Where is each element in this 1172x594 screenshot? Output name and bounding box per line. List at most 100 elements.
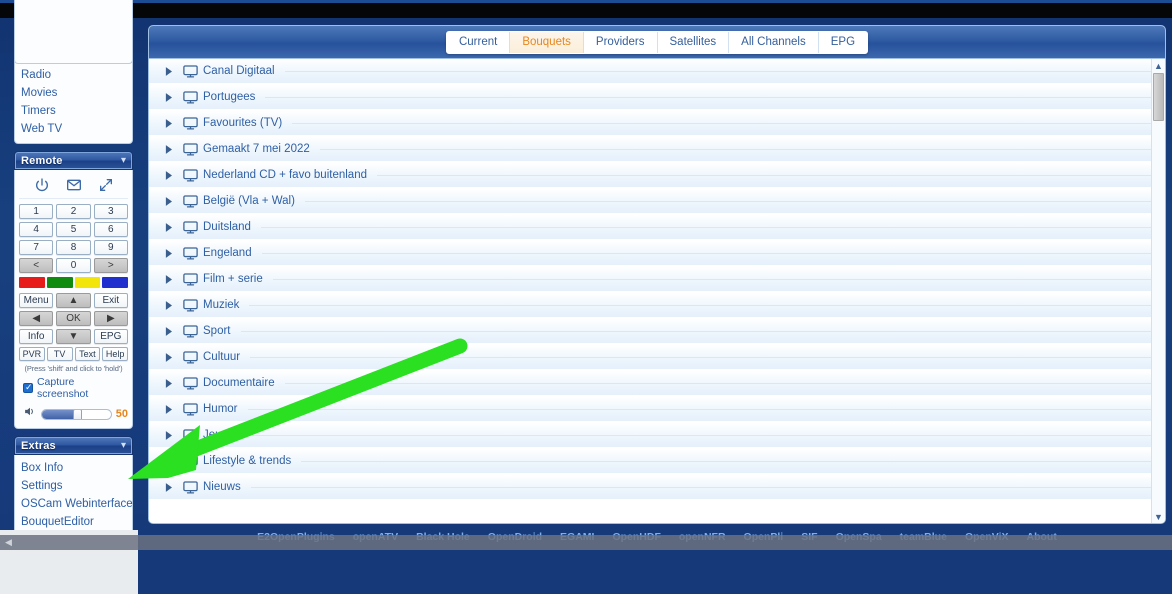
horizontal-scrollbar[interactable] [0,535,1172,550]
power-icon[interactable] [34,177,50,193]
expand-triangle-icon[interactable] [159,248,177,258]
expand-triangle-icon[interactable] [159,456,177,466]
row-divider [247,408,1151,410]
remote-key-up[interactable]: ▲ [56,293,91,308]
remote-key-7[interactable]: 7 [19,240,54,255]
green-button[interactable] [46,277,73,288]
remote-key-left[interactable]: ◀ [19,311,54,326]
message-icon[interactable] [66,177,82,193]
panel-extras-header[interactable]: Extras ▾ [14,436,133,455]
expand-triangle-icon[interactable] [159,66,177,76]
volume-slider[interactable] [41,408,112,420]
remote-key-info[interactable]: Info [19,329,54,344]
scroll-left-icon[interactable]: ◀ [3,537,14,548]
remote-key-0[interactable]: 0 [56,258,91,273]
remote-key-9[interactable]: 9 [93,240,128,255]
sidebar-item-movies[interactable]: Movies [15,84,132,102]
red-button[interactable] [19,277,45,288]
remote-key-4[interactable]: 4 [19,222,54,237]
sidebar-item-box-info[interactable]: Box Info [15,459,132,477]
expand-triangle-icon[interactable] [159,144,177,154]
expand-triangle-icon[interactable] [159,170,177,180]
remote-key-2[interactable]: 2 [56,204,91,219]
table-row[interactable]: Cultuur [149,345,1165,371]
vertical-scrollbar[interactable]: ▲ ▼ [1151,59,1165,523]
expand-triangle-icon[interactable] [159,404,177,414]
remote-key-tv[interactable]: TV [46,347,73,361]
table-row[interactable]: Documentaire [149,371,1165,397]
volume-slider-handle[interactable] [73,409,83,419]
expand-triangle-icon[interactable] [159,118,177,128]
expand-triangle-icon[interactable] [159,196,177,206]
tv-monitor-icon [177,142,203,156]
table-row[interactable]: Lifestyle & trends [149,449,1165,475]
remote-key-exit[interactable]: Exit [93,293,128,308]
remote-key-6[interactable]: 6 [93,222,128,237]
remote-key-8[interactable]: 8 [56,240,91,255]
remote-key-menu[interactable]: Menu [19,293,54,308]
expand-triangle-icon[interactable] [159,300,177,310]
table-row[interactable]: Nederland CD + favo buitenland [149,163,1165,189]
chevron-up-icon[interactable]: ▲ [1152,59,1165,72]
remote-key-down[interactable]: ▼ [56,329,91,344]
remote-key-ok[interactable]: OK [56,311,91,326]
table-row[interactable]: Portugees [149,85,1165,111]
sidebar-item-radio[interactable]: Radio [15,66,132,84]
expand-triangle-icon[interactable] [159,352,177,362]
remote-key-1[interactable]: 1 [19,204,54,219]
sidebar-item-timers[interactable]: Timers [15,102,132,120]
capture-screenshot-row[interactable]: Capture screenshot [19,376,128,400]
table-row[interactable]: Duitsland [149,215,1165,241]
table-row[interactable]: Engeland [149,241,1165,267]
remote-key-right[interactable]: ▶ [93,311,128,326]
blue-button[interactable] [102,277,128,288]
expand-triangle-icon[interactable] [159,430,177,440]
remote-key-5[interactable]: 5 [56,222,91,237]
expand-triangle-icon[interactable] [159,482,177,492]
volume-row: 50 [19,405,128,423]
capture-screenshot-checkbox[interactable] [23,382,33,393]
tv-monitor-icon [177,480,203,494]
table-row[interactable]: België (Vla + Wal) [149,189,1165,215]
top-black-band [0,3,1172,18]
bouquet-name: Muziek [203,299,240,311]
fullscreen-icon[interactable] [98,177,114,193]
bouquet-name: Gemaakt 7 mei 2022 [203,143,310,155]
remote-key-prev[interactable]: < [19,258,54,273]
yellow-button[interactable] [74,277,101,288]
panel-remote-header[interactable]: Remote ▾ [14,151,133,170]
sidebar-item-oscam-webinterface[interactable]: OSCam Webinterface [15,495,133,513]
vertical-scrollbar-thumb[interactable] [1153,73,1164,121]
remote-key-epg[interactable]: EPG [93,329,128,344]
remote-key-pvr[interactable]: PVR [19,347,45,361]
table-row[interactable]: Film + serie [149,267,1165,293]
tab-all-channels[interactable]: All Channels [729,31,819,53]
table-row[interactable]: Humor [149,397,1165,423]
tab-bouquets[interactable]: Bouquets [510,31,584,53]
remote-key-help[interactable]: Help [102,347,128,361]
sidebar-item-bouquet-editor[interactable]: BouquetEditor [15,513,132,531]
expand-triangle-icon[interactable] [159,222,177,232]
table-row[interactable]: Jeugd [149,423,1165,449]
speaker-icon[interactable] [23,405,37,423]
tab-current[interactable]: Current [446,31,511,53]
sidebar-item-webtv[interactable]: Web TV [15,120,132,138]
table-row[interactable]: Canal Digitaal [149,59,1165,85]
table-row[interactable]: Gemaakt 7 mei 2022 [149,137,1165,163]
tab-satellites[interactable]: Satellites [657,31,730,53]
remote-key-next[interactable]: > [93,258,128,273]
chevron-down-icon[interactable]: ▼ [1152,510,1165,523]
table-row[interactable]: Sport [149,319,1165,345]
remote-key-3[interactable]: 3 [93,204,128,219]
remote-key-text[interactable]: Text [74,347,101,361]
table-row[interactable]: Muziek [149,293,1165,319]
tab-epg[interactable]: EPG [818,31,868,53]
sidebar-item-settings[interactable]: Settings [15,477,132,495]
expand-triangle-icon[interactable] [159,378,177,388]
expand-triangle-icon[interactable] [159,326,177,336]
tab-providers[interactable]: Providers [583,31,658,53]
table-row[interactable]: Nieuws [149,475,1165,501]
expand-triangle-icon[interactable] [159,92,177,102]
expand-triangle-icon[interactable] [159,274,177,284]
table-row[interactable]: Favourites (TV) [149,111,1165,137]
